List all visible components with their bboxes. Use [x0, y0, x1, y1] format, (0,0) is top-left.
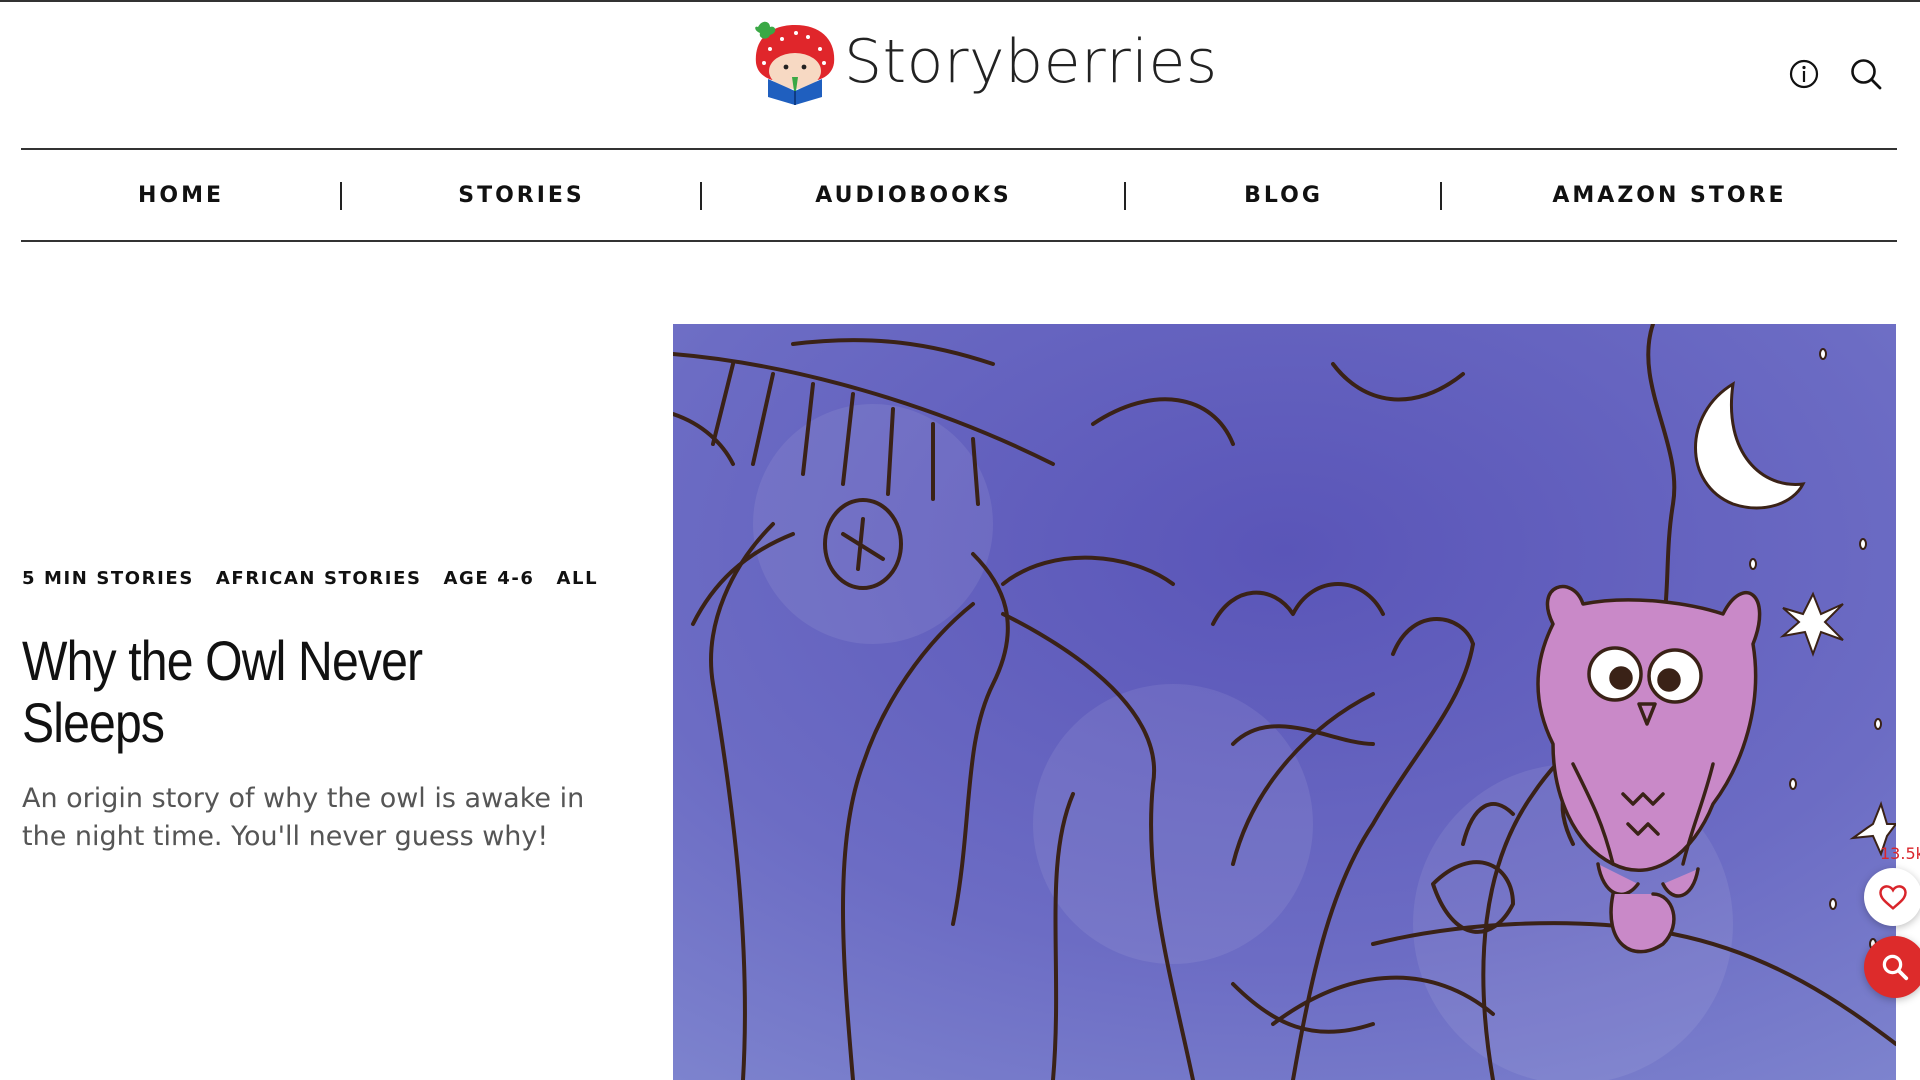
nav-audiobooks[interactable]: AUDIOBOOKS: [702, 150, 1125, 240]
favorites-count: 13.5k: [1880, 844, 1920, 863]
post-title[interactable]: Why the Owl Never Sleeps: [22, 630, 504, 754]
search-icon: [1882, 954, 1909, 981]
header-actions: [1786, 56, 1884, 92]
site-logo-text: Storyberries: [844, 27, 1218, 97]
info-icon[interactable]: [1786, 56, 1822, 92]
floating-search-button[interactable]: [1864, 936, 1920, 998]
post-hero-image[interactable]: [673, 324, 1896, 1080]
owl-night-illustration: [673, 324, 1896, 1080]
nav-stories[interactable]: STORIES: [342, 150, 701, 240]
tag-age-4-6[interactable]: AGE 4-6: [444, 568, 535, 589]
heart-icon: [1879, 885, 1907, 910]
tag-5-min-stories[interactable]: 5 MIN STORIES: [22, 568, 194, 589]
tag-all[interactable]: ALL: [557, 568, 599, 589]
favorite-button[interactable]: [1864, 868, 1920, 926]
post-tags: 5 MIN STORIES AFRICAN STORIES AGE 4-6 AL…: [22, 568, 598, 589]
strawberry-reader-logo-icon: [755, 21, 835, 105]
post-excerpt: An origin story of why the owl is awake …: [22, 783, 585, 852]
tag-african-stories[interactable]: AFRICAN STORIES: [216, 568, 422, 589]
nav-home[interactable]: HOME: [21, 150, 341, 240]
nav-amazon-store[interactable]: AMAZON STORE: [1442, 150, 1897, 240]
main-nav: HOME STORIES AUDIOBOOKS BLOG AMAZON STOR…: [21, 148, 1897, 242]
top-border: [0, 0, 1920, 2]
search-icon[interactable]: [1848, 56, 1884, 92]
site-logo[interactable]: Storyberries: [752, 16, 1218, 108]
nav-blog[interactable]: BLOG: [1126, 150, 1441, 240]
